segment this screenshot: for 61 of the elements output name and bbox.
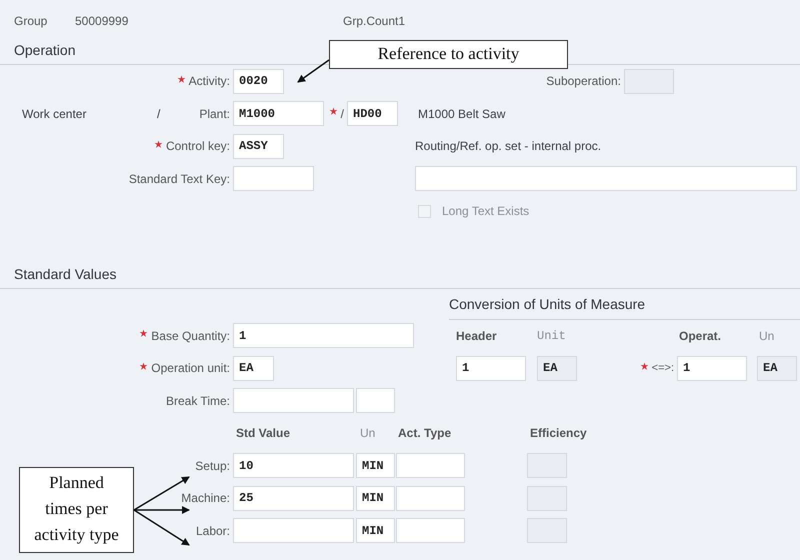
field-label: <=>: — [652, 362, 674, 374]
column-header: Std Value — [236, 426, 292, 440]
column-header: Act. Type — [398, 426, 452, 440]
field-label: Machine: — [181, 491, 230, 506]
input-field[interactable]: 1 — [677, 356, 747, 381]
column-header: Un — [360, 426, 376, 440]
input-field[interactable] — [527, 486, 567, 511]
text-field[interactable] — [415, 166, 797, 192]
input-field[interactable] — [527, 518, 567, 544]
callout-box: Planned times per activity type — [19, 467, 134, 553]
section-title: Conversion of Units of Measure — [449, 296, 646, 312]
field-label: Activity: — [188, 74, 230, 88]
work-center-description: M1000 Belt Saw — [418, 106, 506, 121]
column-header: Efficiency — [530, 426, 587, 440]
input-field[interactable] — [233, 518, 354, 544]
input-field[interactable]: MIN — [356, 453, 395, 478]
field-label: Suboperation: — [546, 74, 621, 88]
input-field[interactable] — [396, 518, 465, 544]
input-field[interactable] — [233, 388, 354, 414]
input-field[interactable]: ASSY — [233, 134, 284, 159]
separator-text: / — [157, 106, 162, 121]
group-label: Group — [14, 14, 48, 30]
input-field[interactable]: 1 — [456, 356, 526, 381]
unit-field[interactable]: EA — [537, 356, 577, 381]
input-field[interactable] — [233, 166, 314, 192]
field-label: Work center — [22, 106, 88, 121]
input-field[interactable]: 1 — [233, 323, 414, 348]
group-counter-label: Grp.Count1 — [343, 14, 406, 30]
group-value: 50009999 — [75, 14, 130, 30]
input-field[interactable] — [396, 453, 465, 478]
column-header: Un — [759, 328, 774, 343]
field-label: Base Quantity: — [151, 328, 230, 343]
input-field[interactable]: MIN — [356, 486, 395, 511]
input-field[interactable]: M1000 — [233, 101, 324, 126]
field-label: Standard Text Key: — [128, 172, 230, 186]
input-field[interactable] — [396, 486, 465, 511]
input-field[interactable] — [356, 388, 395, 414]
field-label: Labor: — [196, 524, 230, 538]
column-header: Operat. — [679, 328, 722, 343]
field-label: Break Time: — [166, 394, 230, 408]
field-label: Control key: — [166, 139, 230, 154]
input-field[interactable]: EA — [233, 356, 274, 381]
input-field[interactable]: HD00 — [347, 101, 398, 126]
input-field[interactable]: 25 — [233, 486, 354, 511]
input-field[interactable]: MIN — [356, 518, 395, 544]
control-key-description: Routing/Ref. op. set - internal proc. — [415, 139, 602, 154]
input-field[interactable] — [527, 453, 567, 478]
field-label: Setup: — [195, 458, 230, 473]
unit-field[interactable]: EA — [757, 356, 797, 381]
checkbox-label: Long Text Exists — [442, 204, 530, 218]
separator-text: / — [340, 106, 344, 121]
leader-arrow — [297, 59, 330, 83]
section-title: Standard Values — [14, 266, 116, 282]
input-field[interactable]: 10 — [233, 453, 354, 478]
field-label: Operation unit: — [151, 361, 230, 376]
column-header: Unit — [537, 328, 567, 343]
section-title: Operation — [14, 42, 76, 58]
column-header: Header — [456, 328, 498, 343]
callout-box: Reference to activity — [329, 40, 568, 69]
input-field[interactable]: 0020 — [233, 68, 284, 94]
field-label: Plant: — [199, 106, 230, 121]
